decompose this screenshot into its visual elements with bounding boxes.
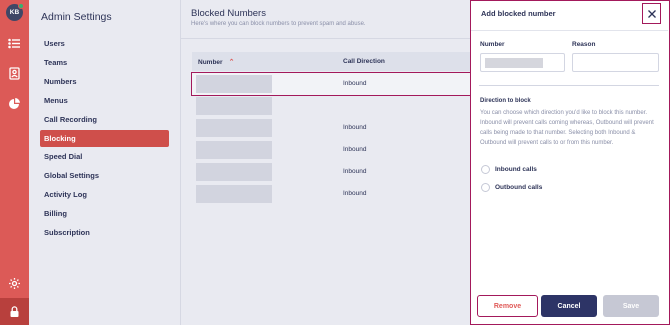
table-row[interactable]: Inbound xyxy=(192,117,470,139)
add-blocked-number-panel: Add blocked number Number Reason Directi… xyxy=(470,0,670,325)
table-row[interactable]: Inbound xyxy=(192,139,470,161)
redacted-number xyxy=(196,163,272,181)
avatar[interactable]: KB xyxy=(6,3,24,21)
settings-title: Admin Settings xyxy=(41,11,112,23)
redacted-number xyxy=(196,141,272,159)
row-direction: Inbound xyxy=(343,190,367,197)
table-row[interactable]: Inbound xyxy=(191,72,471,96)
sidebar-item-teams[interactable]: Teams xyxy=(40,54,169,71)
remove-button[interactable]: Remove xyxy=(477,295,538,317)
number-field[interactable] xyxy=(480,53,565,72)
sidebar-item-billing[interactable]: Billing xyxy=(40,205,169,222)
reason-field[interactable] xyxy=(572,53,659,72)
sidebar-item-blocking[interactable]: Blocking xyxy=(40,130,169,147)
column-header-direction[interactable]: Call Direction xyxy=(343,58,385,65)
page-subtitle: Here's where you can block numbers to pr… xyxy=(191,21,366,27)
security-nav-item[interactable] xyxy=(0,298,29,325)
direction-title: Direction to block xyxy=(480,98,531,104)
sidebar-item-subscription[interactable]: Subscription xyxy=(40,224,169,241)
save-button[interactable]: Save xyxy=(603,295,659,317)
sidebar-item-global-settings[interactable]: Global Settings xyxy=(40,167,169,184)
avatar-initials: KB xyxy=(9,9,20,16)
redacted-number xyxy=(196,185,272,203)
online-status-dot xyxy=(18,3,24,9)
redacted-number xyxy=(196,75,272,93)
settings-sidebar: Admin Settings Users Teams Numbers Menus… xyxy=(29,0,181,325)
page-title: Blocked Numbers xyxy=(191,8,266,19)
section-divider xyxy=(479,85,659,86)
reason-label: Reason xyxy=(572,41,596,48)
close-button[interactable] xyxy=(642,3,661,24)
redacted-number xyxy=(196,119,272,137)
close-icon xyxy=(647,9,656,18)
main-content: Blocked Numbers Here's where you can blo… xyxy=(181,0,471,325)
panel-title: Add blocked number xyxy=(481,9,556,18)
sidebar-item-menus[interactable]: Menus xyxy=(40,92,169,109)
row-direction: Inbound xyxy=(343,146,367,153)
redacted-number-value xyxy=(485,58,543,68)
redacted-number xyxy=(196,97,272,115)
cancel-button[interactable]: Cancel xyxy=(541,295,597,317)
sidebar-item-speed-dial[interactable]: Speed Dial xyxy=(40,148,169,165)
table-header: Number ⌃ Call Direction xyxy=(192,52,470,71)
table-row[interactable]: Inbound xyxy=(192,183,470,205)
lock-icon xyxy=(10,306,19,317)
outbound-label: Outbound calls xyxy=(495,184,543,191)
number-label: Number xyxy=(480,41,505,48)
sidebar-item-numbers[interactable]: Numbers xyxy=(40,73,169,90)
direction-description: You can choose which direction you'd lik… xyxy=(480,110,654,146)
panel-header-divider xyxy=(471,30,668,31)
table-row[interactable]: Inbound xyxy=(192,161,470,183)
pie-chart-icon[interactable] xyxy=(8,97,21,110)
gear-icon[interactable] xyxy=(8,277,21,290)
sidebar-item-users[interactable]: Users xyxy=(40,35,169,52)
outbound-radio[interactable] xyxy=(481,183,490,192)
contact-book-icon[interactable] xyxy=(8,67,21,80)
icon-rail: KB xyxy=(0,0,29,325)
outbound-calls-option[interactable]: Outbound calls xyxy=(481,183,542,192)
sort-ascending-icon[interactable]: ⌃ xyxy=(229,59,235,66)
row-direction: Inbound xyxy=(343,124,367,131)
inbound-label: Inbound calls xyxy=(495,166,537,173)
inbound-calls-option[interactable]: Inbound calls xyxy=(481,165,537,174)
list-icon[interactable] xyxy=(8,37,21,50)
row-direction: Inbound xyxy=(343,168,367,175)
sidebar-item-activity-log[interactable]: Activity Log xyxy=(40,186,169,203)
table-row[interactable] xyxy=(192,95,470,117)
header-divider xyxy=(181,38,470,39)
row-direction: Inbound xyxy=(343,80,367,87)
column-header-number[interactable]: Number ⌃ xyxy=(198,58,234,66)
sidebar-item-call-recording[interactable]: Call Recording xyxy=(40,111,169,128)
inbound-radio[interactable] xyxy=(481,165,490,174)
